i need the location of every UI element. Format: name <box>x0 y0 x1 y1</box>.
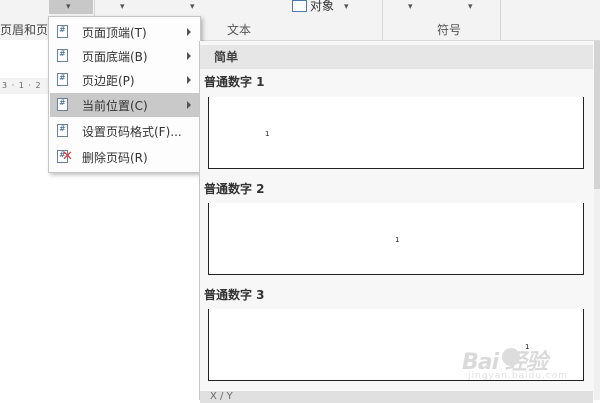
menu-item-label: 页边距(P) <box>82 74 135 88</box>
delete-x-icon: ✕ <box>62 149 73 164</box>
watermark-url: jingyan.baidu.com <box>468 371 569 381</box>
watermark: Bai 经验 jingyan.baidu.com <box>462 344 594 384</box>
ruler: 3 · 1 · 2 <box>0 78 52 94</box>
menu-item-label: 页面顶端(T) <box>82 26 147 40</box>
menu-item-format-page-numbers[interactable]: 设置页码格式(F)... <box>50 119 199 143</box>
object-button-label[interactable]: 对象 <box>310 0 334 14</box>
page-number-preview: 1 <box>265 130 270 138</box>
ribbon-dropdown-arrow[interactable]: ▾ <box>120 2 125 12</box>
menu-item-label: 设置页码格式(F)... <box>82 125 182 139</box>
submenu-arrow-icon <box>187 76 191 84</box>
page-number-icon <box>57 98 68 111</box>
text-group-label: 文本 <box>227 23 252 37</box>
gallery-item-label: 普通数字 3 <box>204 288 265 302</box>
ribbon-separator <box>500 0 501 40</box>
ribbon-separator <box>382 0 383 40</box>
gallery-next-category-header: X / Y <box>200 391 593 403</box>
menu-item-bottom-of-page[interactable]: 页面底端(B) <box>50 44 199 68</box>
symbol-dropdown-arrow[interactable]: ▾ <box>468 2 473 12</box>
menu-item-current-position[interactable]: 当前位置(C) <box>50 93 199 117</box>
page-number-icon <box>57 25 68 38</box>
object-dropdown-arrow[interactable]: ▾ <box>344 2 349 12</box>
menu-item-label: 页面底端(B) <box>82 50 148 64</box>
submenu-arrow-icon <box>187 52 191 60</box>
menu-item-top-of-page[interactable]: 页面顶端(T) <box>50 20 199 44</box>
format-page-number-icon <box>57 124 68 137</box>
gallery-category-header: 简单 <box>200 45 593 69</box>
page-number-menu: 页面顶端(T) 页面底端(B) 页边距(P) 当前位置(C) 设置页码格式(F)… <box>48 16 201 173</box>
page-number-dropdown-arrow[interactable]: ▾ <box>66 2 71 12</box>
page-number-preview: 1 <box>395 236 400 244</box>
page-number-button[interactable] <box>49 0 93 14</box>
gallery-item-plain-number-2[interactable]: 1 <box>208 203 584 275</box>
submenu-arrow-icon <box>187 101 191 109</box>
symbols-group-label: 符号 <box>437 23 462 37</box>
menu-item-label: 当前位置(C) <box>82 99 148 113</box>
gallery-item-plain-number-1[interactable]: 1 <box>208 97 584 169</box>
gallery-scrollbar-thumb[interactable] <box>594 41 600 189</box>
menu-item-label: 删除页码(R) <box>82 151 148 165</box>
gallery-item-label: 普通数字 2 <box>204 182 265 196</box>
page-number-icon <box>57 49 68 62</box>
object-icon <box>292 0 307 12</box>
submenu-arrow-icon <box>187 28 191 36</box>
gallery-scrollbar[interactable] <box>594 41 600 400</box>
page-number-icon <box>57 73 68 86</box>
symbol-dropdown-arrow[interactable]: ▾ <box>408 2 413 12</box>
ribbon-dropdown-arrow[interactable]: ▾ <box>190 2 195 12</box>
menu-item-remove-page-numbers[interactable]: ✕ 删除页码(R) <box>50 145 199 169</box>
paw-logo-icon <box>502 348 520 366</box>
menu-item-page-margins[interactable]: 页边距(P) <box>50 68 199 92</box>
gallery-item-label: 普通数字 1 <box>204 75 265 89</box>
